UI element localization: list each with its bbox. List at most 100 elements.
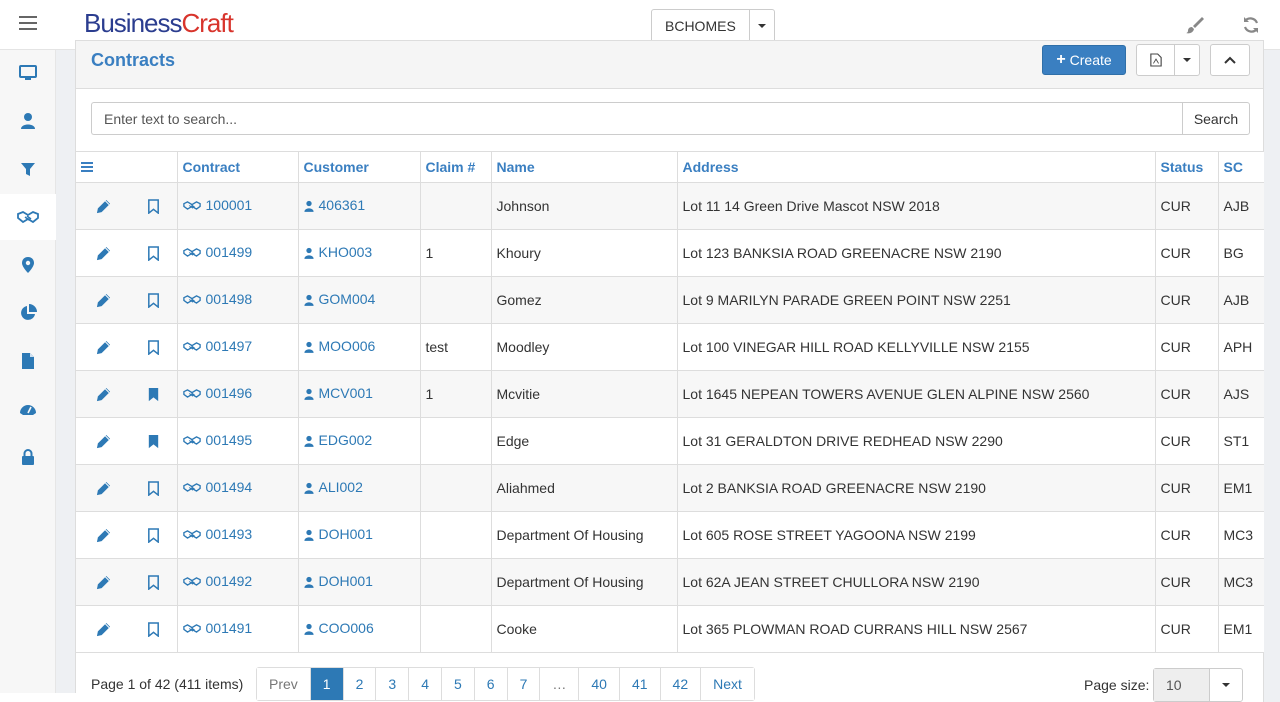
column-header-status[interactable]: Status (1155, 151, 1219, 183)
sidebar-item-reports[interactable] (0, 290, 56, 336)
claim-cell (420, 605, 492, 653)
sc-cell: AJS (1218, 370, 1264, 418)
contract-link[interactable]: 001499 (206, 244, 253, 260)
page-button[interactable]: 4 (409, 668, 442, 700)
sidebar-item-documents[interactable] (0, 338, 56, 384)
sidebar-item-monitor[interactable] (0, 50, 56, 96)
customer-link[interactable]: KHO003 (319, 244, 373, 260)
collapse-button[interactable] (1210, 44, 1250, 76)
handshake-icon (182, 482, 201, 492)
prev-page-button[interactable]: Prev (257, 668, 311, 700)
customer-link[interactable]: GOM004 (319, 291, 376, 307)
chevron-down-icon[interactable] (1210, 669, 1242, 701)
pdf-export-button[interactable] (1137, 45, 1175, 75)
sidebar-item-dashboard[interactable] (0, 386, 56, 432)
table-row[interactable]: 001493 DOH001 Department Of Housing Lot 605… (76, 511, 1264, 559)
table-row[interactable]: 100001 406361 Johnson Lot 11 14 Green Drive… (76, 182, 1264, 230)
bookmark-button[interactable] (130, 229, 178, 277)
edit-button[interactable] (76, 417, 130, 465)
contract-link[interactable]: 001493 (206, 526, 253, 542)
page-button[interactable]: 41 (619, 668, 661, 700)
page-button[interactable]: 1 (310, 668, 344, 700)
contract-link[interactable]: 001495 (206, 432, 253, 448)
column-header-claim[interactable]: Claim # (420, 151, 492, 183)
page-button[interactable]: 2 (343, 668, 377, 700)
next-page-button[interactable]: Next (701, 668, 754, 700)
table-row[interactable]: 001495 EDG002 Edge Lot 31 GERALDTON DRIVE R… (76, 417, 1264, 465)
customer-link[interactable]: MCV001 (319, 385, 373, 401)
page-button[interactable]: 40 (579, 668, 620, 700)
edit-button[interactable] (76, 323, 130, 371)
table-row[interactable]: 001494 ALI002 Aliahmed Lot 2 BANKSIA ROAD G… (76, 464, 1264, 512)
contract-link[interactable]: 001491 (206, 620, 253, 636)
page-button[interactable]: 5 (441, 668, 475, 700)
sidebar-item-security[interactable] (0, 434, 56, 480)
bookmark-button[interactable] (130, 276, 178, 324)
column-header-contract[interactable]: Contract (177, 151, 299, 183)
column-header-name[interactable]: Name (491, 151, 678, 183)
table-row[interactable]: 001499 KHO003 1 Khoury Lot 123 BANKSIA ROAD … (76, 229, 1264, 277)
bookmark-button[interactable] (130, 370, 178, 418)
page-button[interactable]: 3 (376, 668, 410, 700)
column-header-customer[interactable]: Customer (298, 151, 421, 183)
create-button[interactable]: + Create (1042, 45, 1126, 75)
customer-link[interactable]: DOH001 (319, 573, 373, 589)
table-row[interactable]: 001492 DOH001 Department Of Housing Lot 62A… (76, 558, 1264, 606)
sidebar-item-contracts[interactable] (0, 194, 56, 240)
page-button[interactable]: 7 (507, 668, 541, 700)
customer-link[interactable]: MOO006 (319, 338, 376, 354)
column-header-sc[interactable]: SC (1218, 151, 1264, 183)
paint-brush-icon[interactable] (1185, 15, 1205, 35)
search-button[interactable]: Search (1182, 102, 1250, 135)
customer-link[interactable]: 406361 (319, 197, 366, 213)
refresh-icon[interactable] (1241, 15, 1261, 35)
column-menu-header[interactable] (76, 151, 130, 183)
edit-button[interactable] (76, 558, 130, 606)
export-pdf-group[interactable] (1136, 44, 1200, 76)
customer-link[interactable]: DOH001 (319, 526, 373, 542)
edit-button[interactable] (76, 605, 130, 653)
sidebar-item-map[interactable] (0, 242, 56, 288)
contract-link[interactable]: 001498 (206, 291, 253, 307)
chevron-down-icon[interactable] (1175, 45, 1199, 75)
sidebar-item-filter[interactable] (0, 146, 56, 192)
edit-button[interactable] (76, 182, 130, 230)
customer-link[interactable]: ALI002 (319, 479, 363, 495)
bookmark-button[interactable] (130, 511, 178, 559)
contract-link[interactable]: 001497 (206, 338, 253, 354)
claim-cell (420, 558, 492, 606)
handshake-icon (182, 294, 201, 304)
page-size-select[interactable]: 10 (1153, 668, 1243, 702)
page-button[interactable]: 42 (660, 668, 702, 700)
bookmark-button[interactable] (130, 605, 178, 653)
logo[interactable]: BusinessCraft (84, 8, 234, 39)
customer-link[interactable]: COO006 (319, 620, 374, 636)
user-icon (303, 388, 314, 400)
page-button[interactable]: 6 (474, 668, 508, 700)
edit-button[interactable] (76, 511, 130, 559)
contract-link[interactable]: 001496 (206, 385, 253, 401)
edit-button[interactable] (76, 464, 130, 512)
table-row[interactable]: 001497 MOO006 test Moodley Lot 100 VINEGAR H… (76, 323, 1264, 371)
search-input[interactable] (91, 102, 1182, 135)
column-header-address[interactable]: Address (677, 151, 1156, 183)
sidebar-item-user[interactable] (0, 98, 56, 144)
bookmark-button[interactable] (130, 182, 178, 230)
contract-link[interactable]: 100001 (206, 197, 253, 213)
edit-button[interactable] (76, 370, 130, 418)
bookmark-button[interactable] (130, 323, 178, 371)
contract-link[interactable]: 001492 (206, 573, 253, 589)
bookmark-button[interactable] (130, 558, 178, 606)
chevron-down-icon[interactable] (750, 10, 774, 42)
contract-link[interactable]: 001494 (206, 479, 253, 495)
table-row[interactable]: 001498 GOM004 Gomez Lot 9 MARILYN PARADE GR… (76, 276, 1264, 324)
edit-button[interactable] (76, 276, 130, 324)
table-row[interactable]: 001491 COO006 Cooke Lot 365 PLOWMAN ROAD CU… (76, 605, 1264, 653)
customer-link[interactable]: EDG002 (319, 432, 373, 448)
menu-toggle-icon[interactable] (19, 16, 37, 32)
company-select[interactable]: BCHOMES (651, 9, 775, 43)
table-row[interactable]: 001496 MCV001 1 Mcvitie Lot 1645 NEPEAN TOWE… (76, 370, 1264, 418)
bookmark-button[interactable] (130, 417, 178, 465)
bookmark-button[interactable] (130, 464, 178, 512)
edit-button[interactable] (76, 229, 130, 277)
